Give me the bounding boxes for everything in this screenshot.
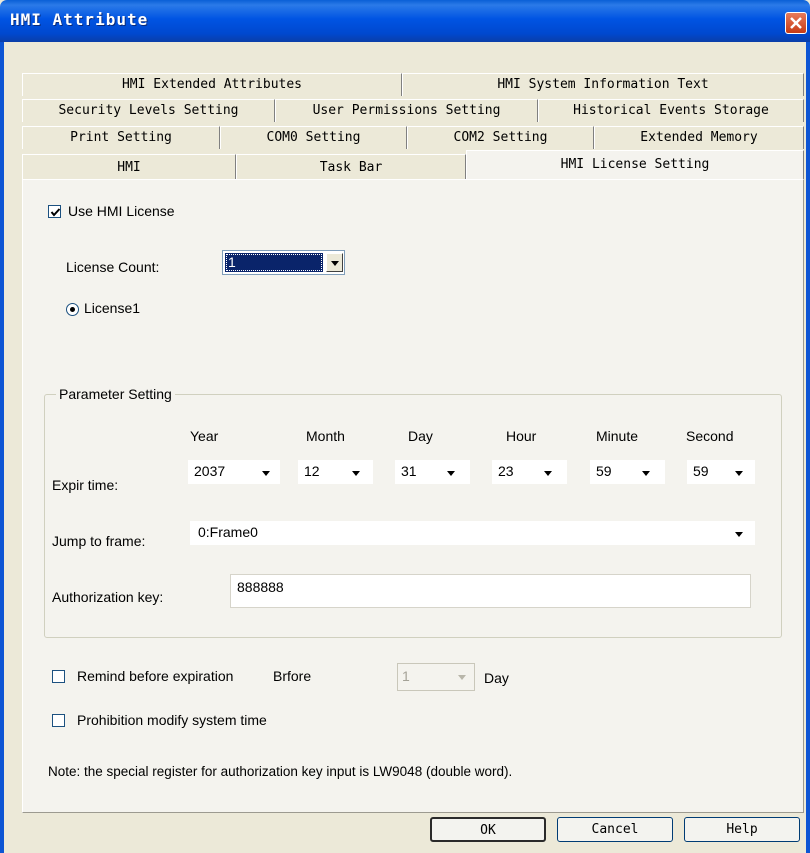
minute-select[interactable]: 59 — [590, 460, 665, 484]
parameter-setting-title: Parameter Setting — [56, 386, 175, 402]
dropdown-button[interactable] — [326, 253, 343, 272]
minute-value: 59 — [596, 463, 612, 479]
cancel-button[interactable]: Cancel — [557, 817, 673, 842]
use-license-label: Use HMI License — [68, 203, 175, 219]
tab-hmi[interactable]: HMI — [22, 154, 236, 180]
minute-header: Minute — [596, 428, 639, 444]
use-license-checkbox[interactable] — [48, 205, 61, 218]
remind-unit-label: Day — [484, 670, 509, 686]
tab-historical-events-storage[interactable]: Historical Events Storage — [538, 99, 804, 122]
window-frame-right — [806, 42, 810, 853]
authorization-key-input[interactable]: 888888 — [230, 574, 751, 608]
remind-days-value: 1 — [402, 668, 410, 684]
window-title: HMI Attribute — [10, 10, 149, 29]
prohibit-label: Prohibition modify system time — [77, 712, 267, 728]
chevron-down-icon — [735, 532, 743, 537]
hour-header: Hour — [506, 428, 537, 444]
checkmark-icon — [50, 208, 61, 217]
hour-select[interactable]: 23 — [492, 460, 567, 484]
chevron-down-icon — [331, 261, 339, 266]
license-count-select[interactable]: 1 — [222, 250, 345, 275]
close-icon — [790, 17, 802, 29]
remind-before-label: Brfore — [273, 668, 312, 684]
jump-to-frame-value: 0:Frame0 — [198, 524, 258, 540]
chevron-down-icon — [447, 471, 455, 476]
tab-security-levels-setting[interactable]: Security Levels Setting — [22, 99, 275, 122]
jump-to-frame-label: Jump to frame: — [52, 533, 146, 549]
tab-task-bar[interactable]: Task Bar — [236, 154, 466, 180]
year-select[interactable]: 2037 — [188, 460, 280, 484]
focus-rect — [226, 254, 322, 271]
prohibit-checkbox[interactable] — [52, 714, 65, 727]
tab-user-permissions-setting[interactable]: User Permissions Setting — [275, 99, 538, 122]
tab-hmi-license-setting[interactable]: HMI License Setting — [466, 150, 804, 180]
tab-hmi-extended-attributes[interactable]: HMI Extended Attributes — [22, 73, 402, 96]
year-value: 2037 — [194, 463, 226, 479]
day-value: 31 — [401, 463, 417, 479]
tab-print-setting[interactable]: Print Setting — [22, 126, 220, 149]
year-header: Year — [190, 428, 219, 444]
radio-dot — [70, 307, 75, 312]
chevron-down-icon — [262, 471, 270, 476]
license1-radio[interactable] — [66, 303, 79, 316]
expire-time-label: Expir time: — [52, 477, 119, 493]
license-count-value: 1 — [228, 254, 236, 270]
month-select[interactable]: 12 — [298, 460, 373, 484]
tab-hmi-system-information-text[interactable]: HMI System Information Text — [402, 73, 804, 96]
month-header: Month — [306, 428, 345, 444]
tab-extended-memory[interactable]: Extended Memory — [594, 126, 804, 149]
close-button[interactable] — [785, 12, 807, 34]
chevron-down-icon — [352, 471, 360, 476]
window-frame-left — [0, 42, 4, 853]
chevron-down-icon — [458, 675, 466, 680]
ok-button[interactable]: OK — [430, 817, 546, 842]
remind-checkbox[interactable] — [52, 670, 65, 683]
remind-label: Remind before expiration — [77, 668, 234, 684]
month-value: 12 — [304, 463, 320, 479]
jump-to-frame-select[interactable]: 0:Frame0 — [190, 521, 755, 545]
hour-value: 23 — [498, 463, 514, 479]
chevron-down-icon — [735, 471, 743, 476]
tab-com0-setting[interactable]: COM0 Setting — [220, 126, 407, 149]
note-text: Note: the special register for authoriza… — [48, 764, 513, 779]
chevron-down-icon — [642, 471, 650, 476]
license-count-label: License Count: — [66, 259, 160, 275]
help-button[interactable]: Help — [684, 817, 800, 842]
chevron-down-icon — [544, 471, 552, 476]
day-header: Day — [408, 428, 433, 444]
tab-com2-setting[interactable]: COM2 Setting — [407, 126, 594, 149]
license1-label: License1 — [84, 300, 141, 316]
second-value: 59 — [693, 463, 709, 479]
day-select[interactable]: 31 — [395, 460, 470, 484]
second-header: Second — [686, 428, 734, 444]
remind-days-select[interactable]: 1 — [397, 663, 475, 691]
authorization-key-value: 888888 — [237, 579, 284, 595]
authorization-key-label: Authorization key: — [52, 589, 164, 605]
second-select[interactable]: 59 — [687, 460, 755, 484]
